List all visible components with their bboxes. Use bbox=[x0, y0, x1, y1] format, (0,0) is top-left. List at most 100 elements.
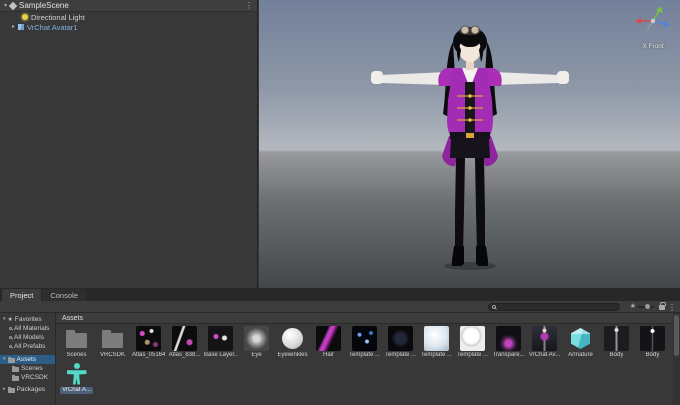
asset-row: VrChat A... bbox=[57, 359, 672, 394]
search-filter-icon bbox=[9, 345, 12, 348]
kebab-menu-icon[interactable]: ⋮ bbox=[245, 1, 253, 10]
asset-grid: Scenes VRCSDK Atlas_05164 Atlas_838... B… bbox=[57, 324, 672, 405]
asset-item[interactable]: Template ... bbox=[348, 326, 381, 359]
asset-item[interactable]: Base Layer... bbox=[204, 326, 237, 359]
asset-item[interactable]: Armature bbox=[564, 326, 597, 359]
asset-thumbnail-icon bbox=[571, 328, 590, 349]
hierarchy-item-directional-light[interactable]: Directional Light bbox=[0, 12, 257, 22]
asset-label: Body bbox=[609, 352, 624, 358]
asset-item[interactable]: Scenes bbox=[60, 326, 93, 359]
asset-label: Atlas_838... bbox=[168, 352, 201, 358]
tree-label: Scenes bbox=[21, 365, 43, 372]
asset-thumbnail-icon bbox=[604, 326, 629, 351]
tab-console[interactable]: Console bbox=[42, 289, 86, 301]
folder-icon bbox=[7, 386, 15, 393]
project-folder-tree: ▾ ★ Favorites All Materials All Models A… bbox=[0, 313, 56, 405]
asset-item[interactable]: Body bbox=[600, 326, 633, 359]
asset-thumbnail-icon bbox=[496, 326, 521, 351]
avatar-model[interactable] bbox=[365, 16, 575, 276]
asset-item[interactable]: Template ... bbox=[384, 326, 417, 359]
favorites-star-icon: ★ bbox=[7, 316, 13, 323]
asset-item[interactable]: Body bbox=[636, 326, 669, 359]
asset-item[interactable]: Eyewinkles bbox=[276, 326, 309, 359]
hierarchy-item-label: Directional Light bbox=[31, 12, 85, 22]
asset-label: Eyewinkles bbox=[277, 352, 308, 358]
project-panel: Project Console ★ ⋮ ▾ ★ Favorites All Ma… bbox=[0, 288, 680, 405]
orientation-label[interactable]: X Front bbox=[631, 43, 675, 50]
tree-assets[interactable]: ▾ Assets bbox=[0, 355, 55, 364]
vertical-scrollbar[interactable] bbox=[673, 313, 680, 405]
tree-all-materials[interactable]: All Materials bbox=[0, 324, 55, 333]
asset-item[interactable]: Template ... bbox=[456, 326, 489, 359]
asset-thumbnail-icon bbox=[172, 326, 197, 351]
asset-thumbnail-icon bbox=[388, 326, 413, 351]
asset-label: Armature bbox=[568, 352, 593, 358]
tree-label: All Models bbox=[14, 334, 44, 341]
asset-label: Hair bbox=[322, 352, 334, 358]
asset-label: Scenes bbox=[66, 352, 87, 358]
expand-caret-icon[interactable]: ▾ bbox=[4, 3, 7, 9]
tree-vrcsdk[interactable]: VRCSDK bbox=[0, 373, 55, 382]
tree-label: Packages bbox=[16, 386, 46, 393]
breadcrumb-label[interactable]: Assets bbox=[62, 315, 83, 322]
scrollbar-thumb[interactable] bbox=[674, 315, 679, 357]
folder-icon bbox=[7, 356, 15, 363]
asset-thumbnail-icon bbox=[460, 326, 485, 351]
expand-caret-icon[interactable]: ▾ bbox=[3, 317, 6, 322]
folder-icon bbox=[12, 365, 19, 372]
unity-scene-icon bbox=[8, 1, 18, 10]
collapse-caret-icon[interactable]: ▸ bbox=[12, 24, 15, 30]
tree-all-models[interactable]: All Models bbox=[0, 333, 55, 342]
scene-name: SampleScene bbox=[19, 1, 69, 10]
asset-label: Template ... bbox=[384, 352, 416, 358]
avatar-asset-icon bbox=[67, 362, 87, 385]
asset-thumbnail-icon bbox=[316, 326, 341, 351]
asset-item[interactable]: VRCSDK bbox=[96, 326, 129, 359]
kebab-menu-icon[interactable]: ⋮ bbox=[668, 303, 676, 312]
asset-item[interactable]: Atlas_838... bbox=[168, 326, 201, 359]
scene-viewport[interactable]: X Front bbox=[259, 0, 680, 288]
asset-item[interactable]: Transpare... bbox=[492, 326, 525, 359]
asset-item[interactable]: Template ... bbox=[420, 326, 453, 359]
asset-label: Eye bbox=[251, 352, 262, 358]
scene-orientation-gizmo[interactable]: X Front bbox=[631, 4, 675, 50]
asset-thumbnail-icon bbox=[282, 328, 303, 349]
asset-item[interactable]: Hair bbox=[312, 326, 345, 359]
asset-item[interactable]: Atlas_05164 bbox=[132, 326, 165, 359]
asset-label: Template ... bbox=[348, 352, 380, 358]
tree-packages[interactable]: ▸ Packages bbox=[0, 385, 55, 394]
bottom-tabbar: Project Console bbox=[0, 288, 680, 301]
lock-icon[interactable] bbox=[659, 302, 666, 310]
asset-label: VrChat Av... bbox=[528, 352, 561, 358]
asset-thumbnail-icon bbox=[640, 326, 665, 351]
asset-thumbnail-icon bbox=[208, 326, 233, 351]
asset-thumbnail-icon bbox=[66, 330, 87, 348]
axes-gizmo-icon bbox=[635, 6, 671, 31]
slider-knob[interactable] bbox=[645, 304, 650, 309]
tree-label: Assets bbox=[16, 356, 37, 363]
asset-item-selected[interactable]: VrChat A... bbox=[60, 361, 93, 394]
search-box[interactable] bbox=[488, 303, 620, 311]
breadcrumb: Assets bbox=[57, 313, 680, 324]
search-input[interactable] bbox=[498, 303, 616, 311]
asset-thumbnail-icon bbox=[424, 326, 449, 351]
thumbnail-size-slider[interactable] bbox=[638, 304, 654, 309]
tree-favorites[interactable]: ▾ ★ Favorites bbox=[0, 315, 55, 324]
asset-item[interactable]: VrChat Av... bbox=[528, 326, 561, 359]
save-search-icon[interactable]: ★ bbox=[630, 303, 636, 311]
asset-label: Template ... bbox=[456, 352, 488, 358]
tab-project[interactable]: Project bbox=[2, 289, 42, 301]
hierarchy-item-vrchat-avatar[interactable]: ▸ VrChat Avatar1 bbox=[0, 22, 257, 32]
asset-label: Base Layer... bbox=[204, 352, 237, 358]
asset-thumbnail-icon bbox=[244, 326, 269, 351]
tree-scenes[interactable]: Scenes bbox=[0, 364, 55, 373]
prefab-icon bbox=[18, 24, 25, 30]
asset-thumbnail-icon bbox=[532, 326, 557, 351]
scene-header-row[interactable]: ▾ SampleScene ⋮ bbox=[0, 0, 257, 12]
tree-label: All Prefabs bbox=[14, 343, 46, 350]
collapse-caret-icon[interactable]: ▸ bbox=[3, 387, 6, 392]
asset-item[interactable]: Eye bbox=[240, 326, 273, 359]
asset-thumbnail-icon bbox=[136, 326, 161, 351]
tree-all-prefabs[interactable]: All Prefabs bbox=[0, 342, 55, 351]
expand-caret-icon[interactable]: ▾ bbox=[3, 357, 6, 362]
